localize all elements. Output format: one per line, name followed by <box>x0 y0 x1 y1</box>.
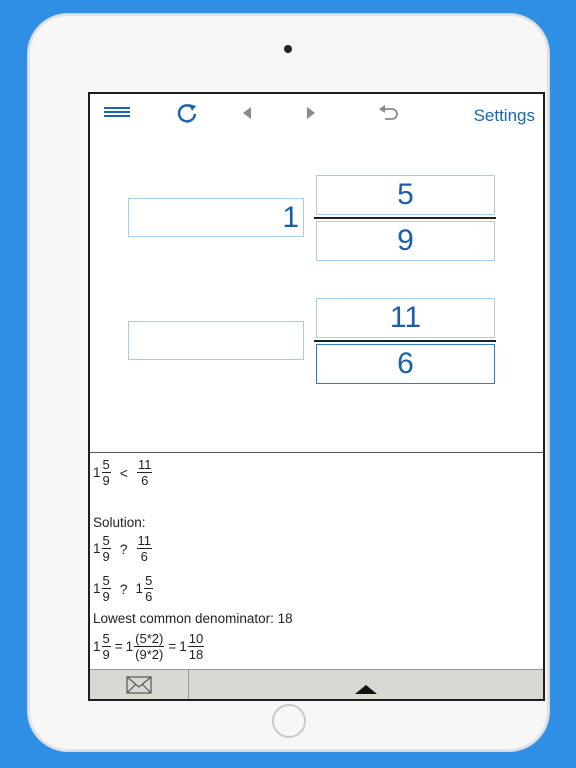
log-whole: 1 <box>93 541 101 556</box>
undo-icon[interactable] <box>378 103 400 128</box>
log-fraction: (5*2) (9*2) <box>134 631 165 662</box>
fraction2-whole-input[interactable] <box>128 321 304 360</box>
log-denominator: 18 <box>188 647 204 662</box>
log-whole: 1 <box>179 639 187 654</box>
log-whole: 1 <box>93 639 101 654</box>
app-screen: Settings 1 5 9 11 6 1 59 < 11 6 Solution:… <box>88 92 545 701</box>
settings-button[interactable]: Settings <box>474 106 535 126</box>
bottom-bar-divider <box>188 670 189 699</box>
home-button[interactable] <box>272 704 306 738</box>
log-denominator: 6 <box>145 589 153 604</box>
envelope-icon[interactable] <box>126 676 152 699</box>
triangle-up-icon[interactable] <box>355 682 377 699</box>
fraction2-bar <box>314 340 496 342</box>
log-fraction: 59 <box>101 631 111 662</box>
log-whole: 1 <box>93 581 101 596</box>
log-numerator: 5 <box>101 533 111 549</box>
log-denominator: 9 <box>102 589 110 604</box>
comparison-result: 1 59 < 11 6 <box>93 457 153 488</box>
solution-log: 1 59 < 11 6 Solution: 1 59 ? 11 6 1 59 ? 1… <box>90 452 543 671</box>
fraction1-denominator-input[interactable]: 9 <box>316 221 495 261</box>
log-fraction: 59 <box>101 573 111 604</box>
lcd-text: Lowest common denominator: 18 <box>93 611 293 626</box>
log-comparison-symbol: ? <box>119 580 128 597</box>
log-numerator: 11 <box>136 457 153 473</box>
log-numerator: 11 <box>136 533 153 549</box>
log-denominator: (9*2) <box>135 647 164 662</box>
log-fraction: 10 18 <box>187 631 205 662</box>
log-numerator: 10 <box>187 631 205 647</box>
refresh-icon[interactable] <box>176 102 198 129</box>
tablet-frame: Settings 1 5 9 11 6 1 59 < 11 6 Solution:… <box>28 14 549 751</box>
log-whole: 1 <box>135 581 144 596</box>
log-fraction: 11 6 <box>136 533 153 564</box>
log-comparison-symbol: < <box>119 464 128 481</box>
solution-label: Solution: <box>93 515 146 530</box>
bottom-bar <box>90 669 543 699</box>
menu-icon[interactable] <box>104 106 132 125</box>
log-numerator: 5 <box>101 631 111 647</box>
log-denominator: 9 <box>102 549 110 564</box>
triangle-left-icon[interactable] <box>242 106 252 125</box>
log-numerator: 5 <box>101 457 111 473</box>
log-denominator: 6 <box>141 473 149 488</box>
log-fraction: 59 <box>101 457 111 488</box>
log-fraction: 11 6 <box>136 457 153 488</box>
fraction1-bar <box>314 217 496 219</box>
log-denominator: 6 <box>140 549 148 564</box>
log-denominator: 9 <box>102 473 110 488</box>
fraction1-whole-input[interactable]: 1 <box>128 198 304 237</box>
fraction2-numerator-input[interactable]: 11 <box>316 298 495 338</box>
log-comparison-symbol: ? <box>119 540 128 557</box>
solution-step-3: 1 59 = 1 (5*2) (9*2) = 1 10 18 <box>93 631 205 662</box>
log-whole: 1 <box>125 639 134 654</box>
log-equals: = <box>168 639 177 654</box>
log-equals: = <box>114 639 123 654</box>
log-whole: 1 <box>93 465 101 480</box>
toolbar: Settings <box>90 94 543 138</box>
log-fraction: 56 <box>144 573 154 604</box>
log-numerator: 5 <box>144 573 154 589</box>
fraction2-denominator-input[interactable]: 6 <box>316 344 495 384</box>
camera <box>284 45 292 53</box>
log-fraction: 59 <box>101 533 111 564</box>
solution-step-1: 1 59 ? 11 6 <box>93 533 153 564</box>
triangle-right-icon[interactable] <box>306 106 316 125</box>
log-denominator: 9 <box>102 647 110 662</box>
log-numerator: 5 <box>101 573 111 589</box>
log-numerator: (5*2) <box>134 631 165 647</box>
solution-step-2: 1 59 ? 1 56 <box>93 573 154 604</box>
fraction1-numerator-input[interactable]: 5 <box>316 175 495 215</box>
